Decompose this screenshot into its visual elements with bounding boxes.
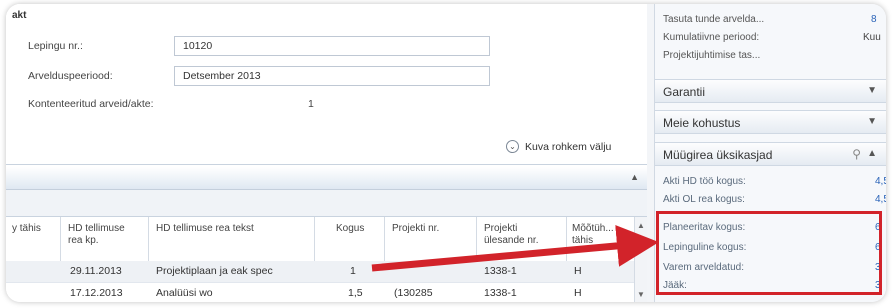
annotation-arrow: [371, 224, 659, 272]
arrow-line: [371, 224, 659, 272]
